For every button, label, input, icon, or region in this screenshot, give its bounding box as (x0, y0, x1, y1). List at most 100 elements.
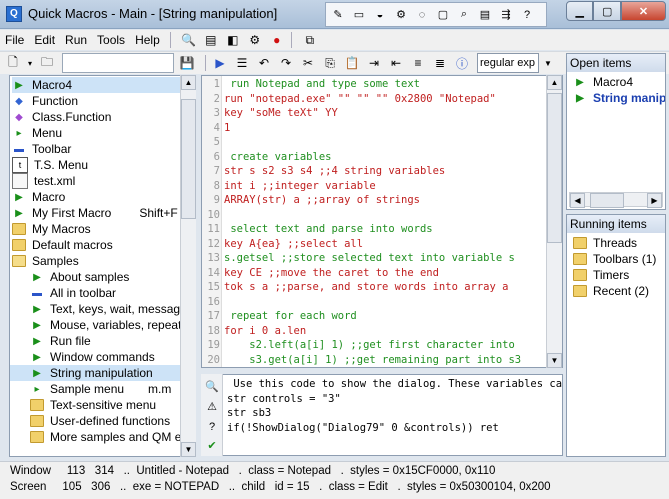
scroll-right-icon[interactable]: ▶ (647, 193, 662, 208)
list-item[interactable]: ▶ Macro (12, 189, 65, 205)
menu-tools[interactable]: Tools (92, 33, 130, 47)
window-icon[interactable]: ▢ (435, 7, 451, 23)
mouse-icon[interactable]: ◒ (372, 7, 388, 23)
list-item[interactable]: My Macros (12, 221, 91, 237)
help-circle-icon[interactable]: ⓘ (453, 54, 471, 72)
open-item[interactable]: ▶ String manip (573, 90, 665, 106)
line-number: 17 (207, 310, 220, 322)
list-item[interactable]: ▸ Menu (12, 125, 62, 141)
list-item[interactable]: ▶ About samples (30, 269, 129, 285)
settings-icon[interactable]: ⚙ (246, 32, 264, 48)
editor-scrollbar[interactable]: ▲ ▼ (546, 75, 562, 368)
menu-help[interactable]: Help (130, 33, 165, 47)
running-item[interactable]: Toolbars (1) (573, 251, 656, 267)
list-item[interactable]: ▶ Window commands (30, 349, 155, 365)
minimize-button[interactable]: ▁ (566, 1, 594, 21)
list-item[interactable]: Text-sensitive menu (30, 397, 156, 413)
status-window-line: Window 113 314 .. Untitled - Notepad . c… (10, 465, 496, 477)
menu-file[interactable]: File (0, 33, 29, 47)
pencil-icon[interactable]: ✎ (330, 7, 346, 23)
scroll-thumb[interactable] (181, 99, 196, 219)
menu-edit[interactable]: Edit (29, 33, 60, 47)
indent-icon[interactable]: ⇥ (365, 54, 383, 72)
check-icon[interactable]: ✔ (205, 438, 219, 452)
properties-icon[interactable]: ▤ (202, 32, 220, 48)
list-item[interactable]: ▬ Toolbar (12, 141, 71, 157)
cut-icon[interactable]: ✂ (299, 54, 317, 72)
close-button[interactable]: ✕ (620, 1, 666, 21)
paste-icon[interactable]: 📋 (343, 54, 361, 72)
run-icon[interactable]: ▶ (211, 54, 229, 72)
line-number: 7 (213, 165, 220, 177)
open-item[interactable]: ▶ Macro4 (573, 74, 633, 90)
list-item[interactable]: t T.S. Menu (12, 157, 88, 173)
scroll-down-icon[interactable]: ▼ (181, 442, 196, 457)
scroll-down-icon[interactable]: ▼ (547, 353, 562, 368)
output-pane[interactable]: Use this code to show the dialog. These … (201, 374, 563, 456)
undo-icon[interactable]: ↶ (255, 54, 273, 72)
warning-icon[interactable]: ⚠ (205, 399, 219, 413)
list-item[interactable]: ▶ Macro4 (12, 77, 180, 93)
list-item[interactable]: Default macros (12, 237, 113, 253)
outdent-icon[interactable]: ⇤ (387, 54, 405, 72)
gear-icon[interactable]: ⚙ (393, 7, 409, 23)
options-icon[interactable]: ◧ (224, 32, 242, 48)
open-icon[interactable]: 🗀 (38, 54, 56, 72)
macro-icon: ▶ (33, 271, 41, 283)
scroll-thumb[interactable] (590, 193, 624, 208)
circle-dots-icon[interactable]: ◌ (414, 7, 430, 23)
chevron-down-icon[interactable]: ▼ (539, 54, 557, 72)
list-item[interactable]: ◆ Class.Function (12, 109, 111, 125)
find-icon[interactable]: 🔍 (180, 32, 198, 48)
list-item[interactable]: ▶ String manipulation (10, 365, 182, 381)
maximize-button[interactable]: ▢ (593, 1, 621, 21)
copy-icon[interactable]: ⎘ (321, 54, 339, 72)
folder-icon (12, 238, 26, 252)
save-icon[interactable]: 💾 (178, 54, 196, 72)
new-window-icon[interactable]: ⧉ (301, 32, 319, 48)
scroll-up-icon[interactable]: ▲ (181, 75, 196, 90)
search-mode-select[interactable]: regular exp (477, 53, 539, 73)
window-controls: ▁ ▢ ✕ (566, 1, 666, 21)
list-item[interactable]: ▶ Mouse, variables, repeat (30, 317, 181, 333)
scroll-thumb[interactable] (547, 93, 562, 243)
new-item-icon[interactable]: 🗋 (4, 54, 22, 72)
redo-icon[interactable]: ↷ (277, 54, 295, 72)
list-item[interactable]: ▶ My First Macro Shift+F (12, 205, 178, 221)
list-item[interactable]: ▸ Sample menu m.m (30, 381, 171, 397)
code-line: tok s a ;;parse, and store words into ar… (224, 281, 509, 293)
list-item[interactable]: test.xml (12, 173, 75, 189)
list-item[interactable]: Samples (12, 253, 79, 269)
list-icon[interactable]: ☰ (233, 54, 251, 72)
dropdown-arrow-icon[interactable]: ▾ (26, 54, 34, 72)
running-item[interactable]: Threads (573, 235, 637, 251)
list-item[interactable]: User-defined functions (30, 413, 170, 429)
tree-scrollbar[interactable]: ▲ ▼ (180, 75, 196, 457)
triggers-icon[interactable]: ⇶ (498, 7, 514, 23)
open-items-hscrollbar[interactable]: ◀ ▶ (569, 192, 663, 208)
help-icon[interactable]: ? (205, 420, 219, 434)
running-item[interactable]: Timers (573, 267, 629, 283)
record-icon[interactable]: ● (268, 32, 286, 48)
list-item[interactable]: ▶ Text, keys, wait, messages (30, 301, 193, 317)
list-item[interactable]: ◆ Function (12, 93, 78, 109)
scroll-up-icon[interactable]: ▲ (547, 75, 562, 90)
list-item[interactable]: More samples and QM exte (30, 429, 195, 445)
line-number: 2 (213, 93, 220, 105)
running-item[interactable]: Recent (2) (573, 283, 649, 299)
scroll-left-icon[interactable]: ◀ (570, 193, 585, 208)
help-icon[interactable]: ? (519, 7, 535, 23)
comment-icon[interactable]: ≡ (409, 54, 427, 72)
line-number: 10 (207, 209, 220, 221)
find-icon[interactable]: 🔍 (205, 379, 219, 393)
code-editor[interactable]: 1 2 3 4 5 6 7 8 9 10 11 12 13 14 15 16 1… (201, 75, 563, 368)
list-item[interactable]: ▬ All in toolbar (30, 285, 116, 301)
list-item[interactable]: ▶ Run file (30, 333, 91, 349)
dialog-icon[interactable]: ▤ (477, 7, 493, 23)
menu-run[interactable]: Run (60, 33, 92, 47)
eraser-icon[interactable]: ▭ (351, 7, 367, 23)
find-image-icon[interactable]: ⌕ (456, 7, 472, 23)
uncomment-icon[interactable]: ≣ (431, 54, 449, 72)
app-logo-icon: Q (6, 6, 22, 22)
toolbar-search-input[interactable] (62, 53, 174, 73)
